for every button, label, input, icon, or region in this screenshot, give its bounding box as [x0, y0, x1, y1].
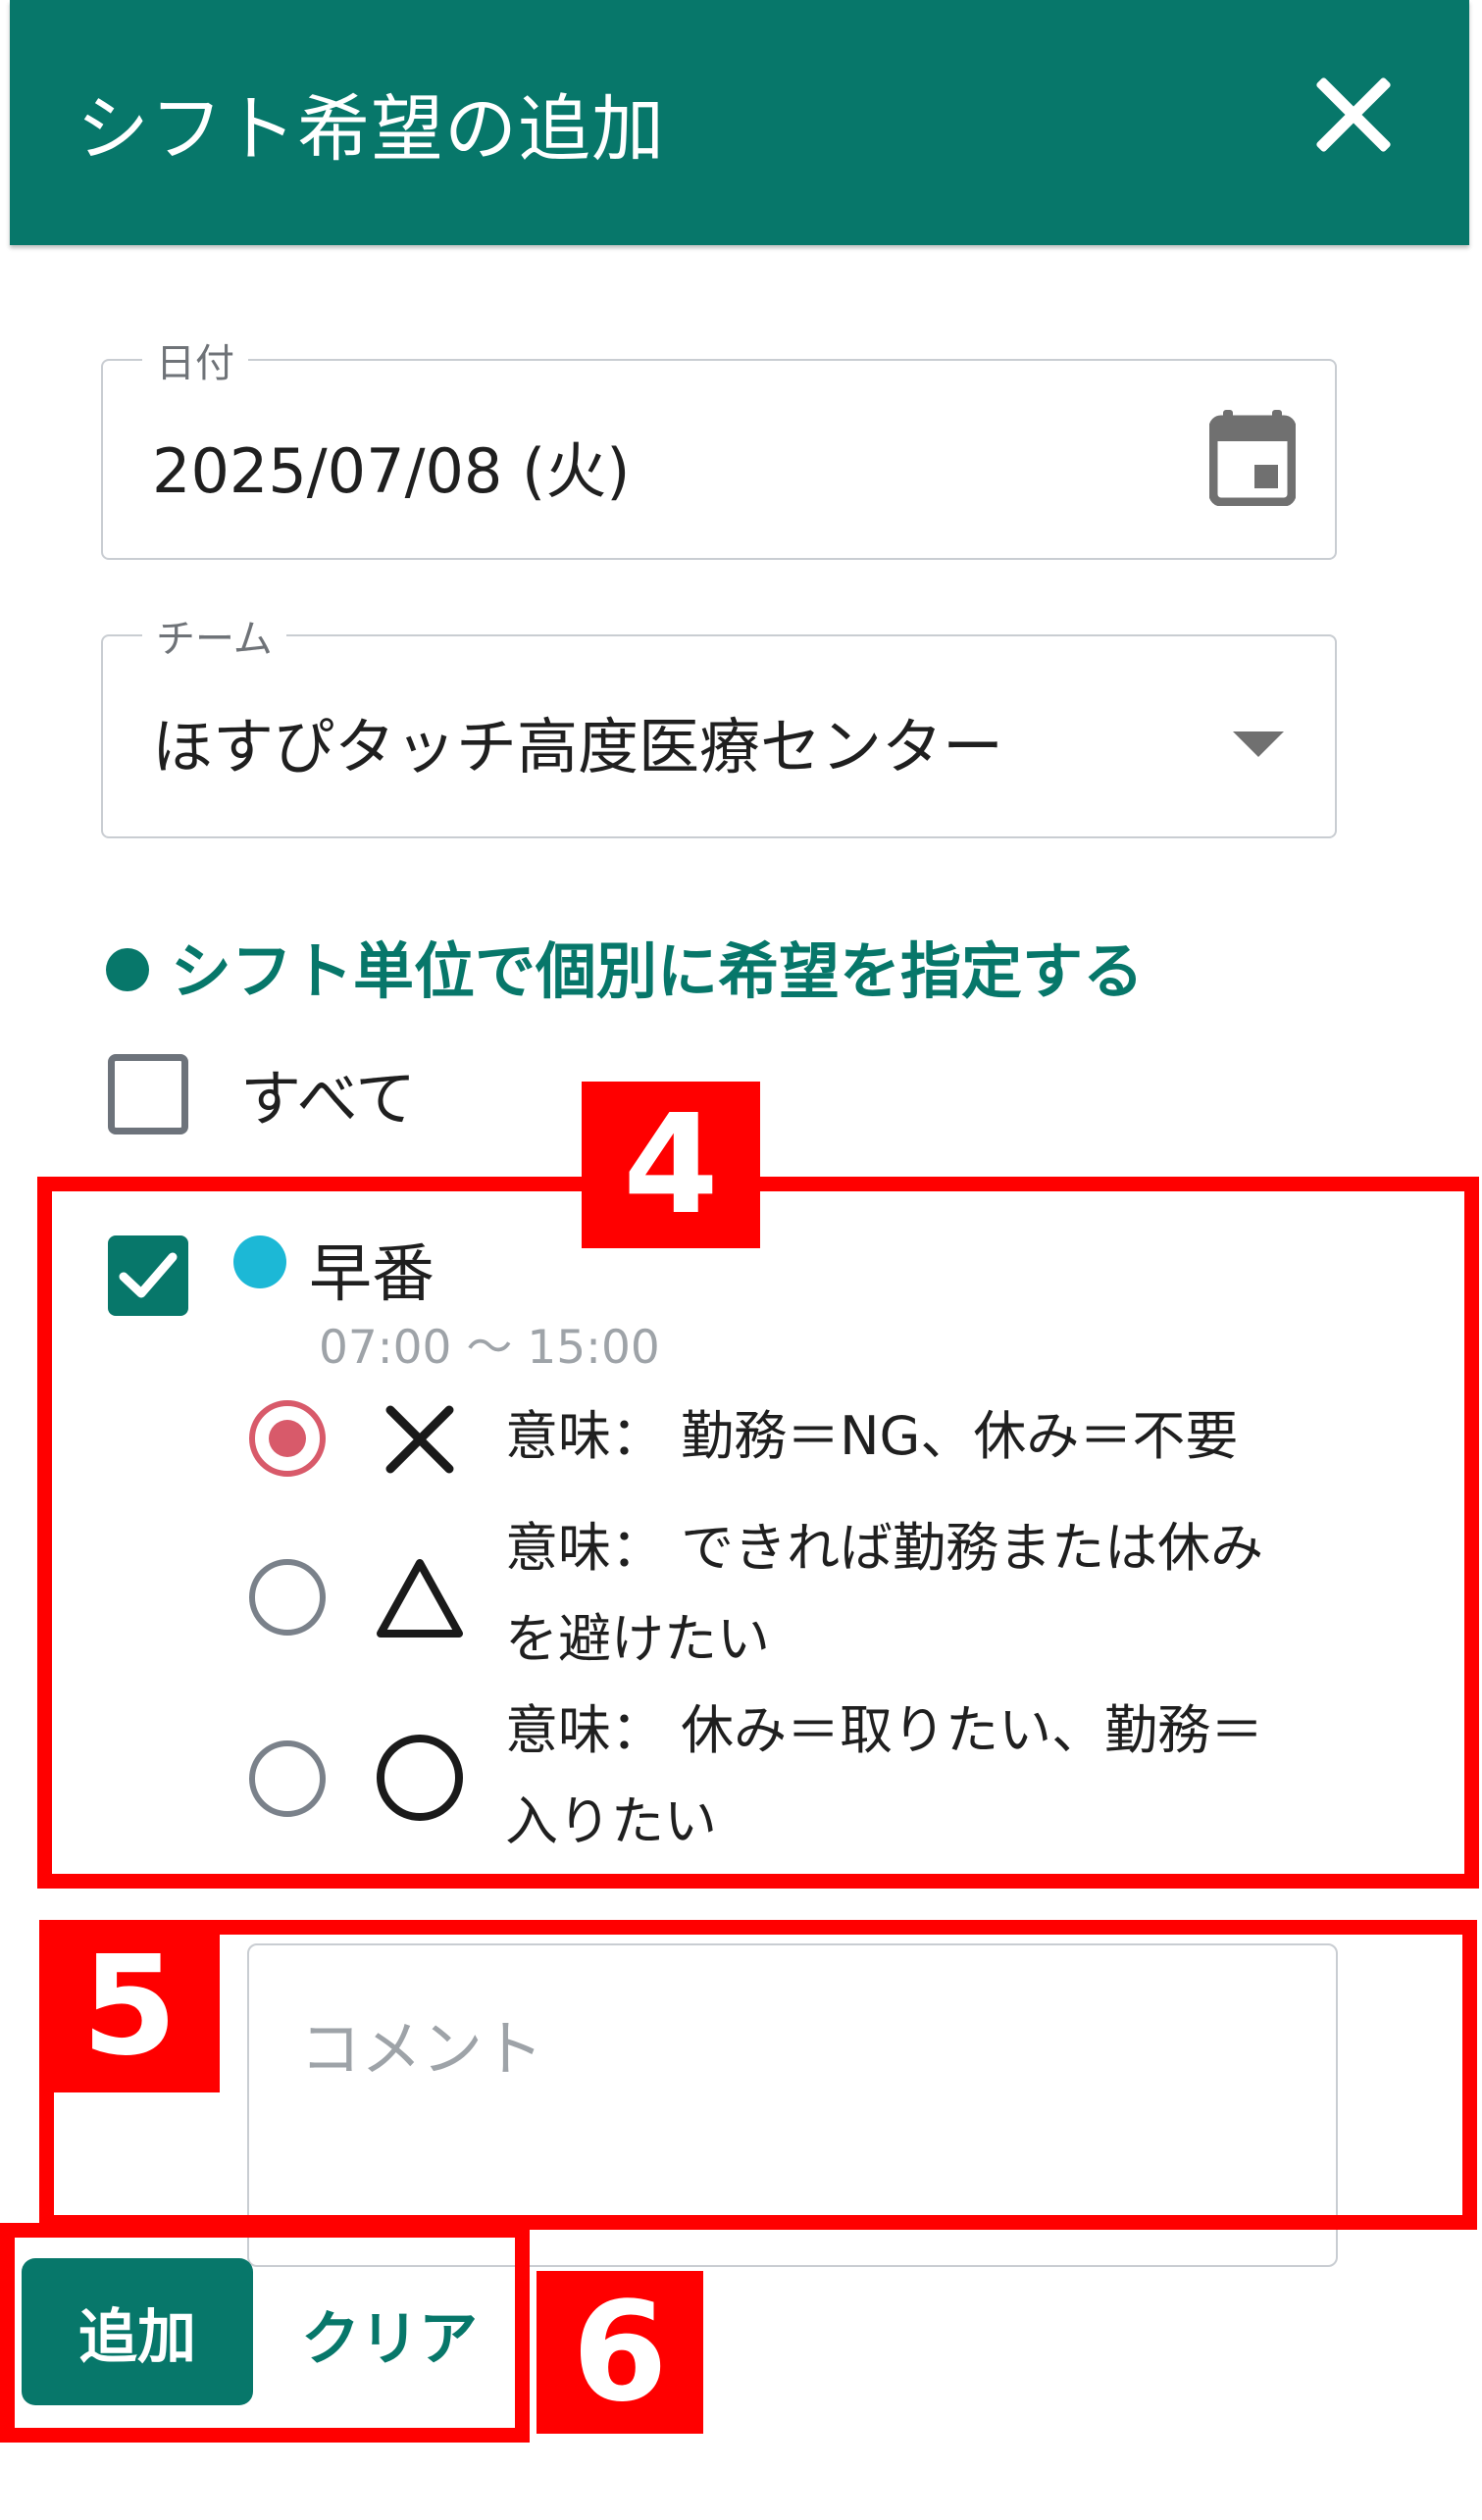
- dialog-header: シフト希望の追加: [10, 0, 1469, 245]
- calendar-icon[interactable]: [1209, 410, 1296, 506]
- annotation-box-4: [37, 1177, 1479, 1889]
- date-field[interactable]: 日付 2025/07/08 (火): [101, 331, 1337, 560]
- date-field-value: 2025/07/08 (火): [152, 435, 631, 507]
- annotation-number-6: 6: [537, 2271, 703, 2434]
- team-select[interactable]: チーム ほすぴタッチ高度医療センター: [101, 607, 1337, 838]
- section-heading-text: シフト単位で個別に希望を指定する: [171, 935, 1145, 1007]
- annotation-number-5: 5: [39, 1920, 220, 2092]
- team-select-value: ほすぴタッチ高度医療センター: [152, 711, 1004, 782]
- select-all-checkbox[interactable]: [108, 1054, 188, 1134]
- annotation-number-4: 4: [582, 1082, 760, 1248]
- chevron-down-icon[interactable]: [1233, 731, 1284, 757]
- select-all-label[interactable]: すべて: [240, 1049, 416, 1137]
- annotation-box-5: [39, 1920, 1477, 2230]
- date-field-label: 日付: [142, 331, 248, 388]
- team-select-label: チーム: [142, 607, 286, 664]
- section-heading[interactable]: シフト単位で個別に希望を指定する: [106, 922, 1144, 1010]
- close-icon[interactable]: [1309, 71, 1398, 159]
- dialog-title: シフト希望の追加: [77, 87, 665, 172]
- annotation-box-6: [0, 2223, 530, 2443]
- radio-filled-icon: [106, 947, 149, 991]
